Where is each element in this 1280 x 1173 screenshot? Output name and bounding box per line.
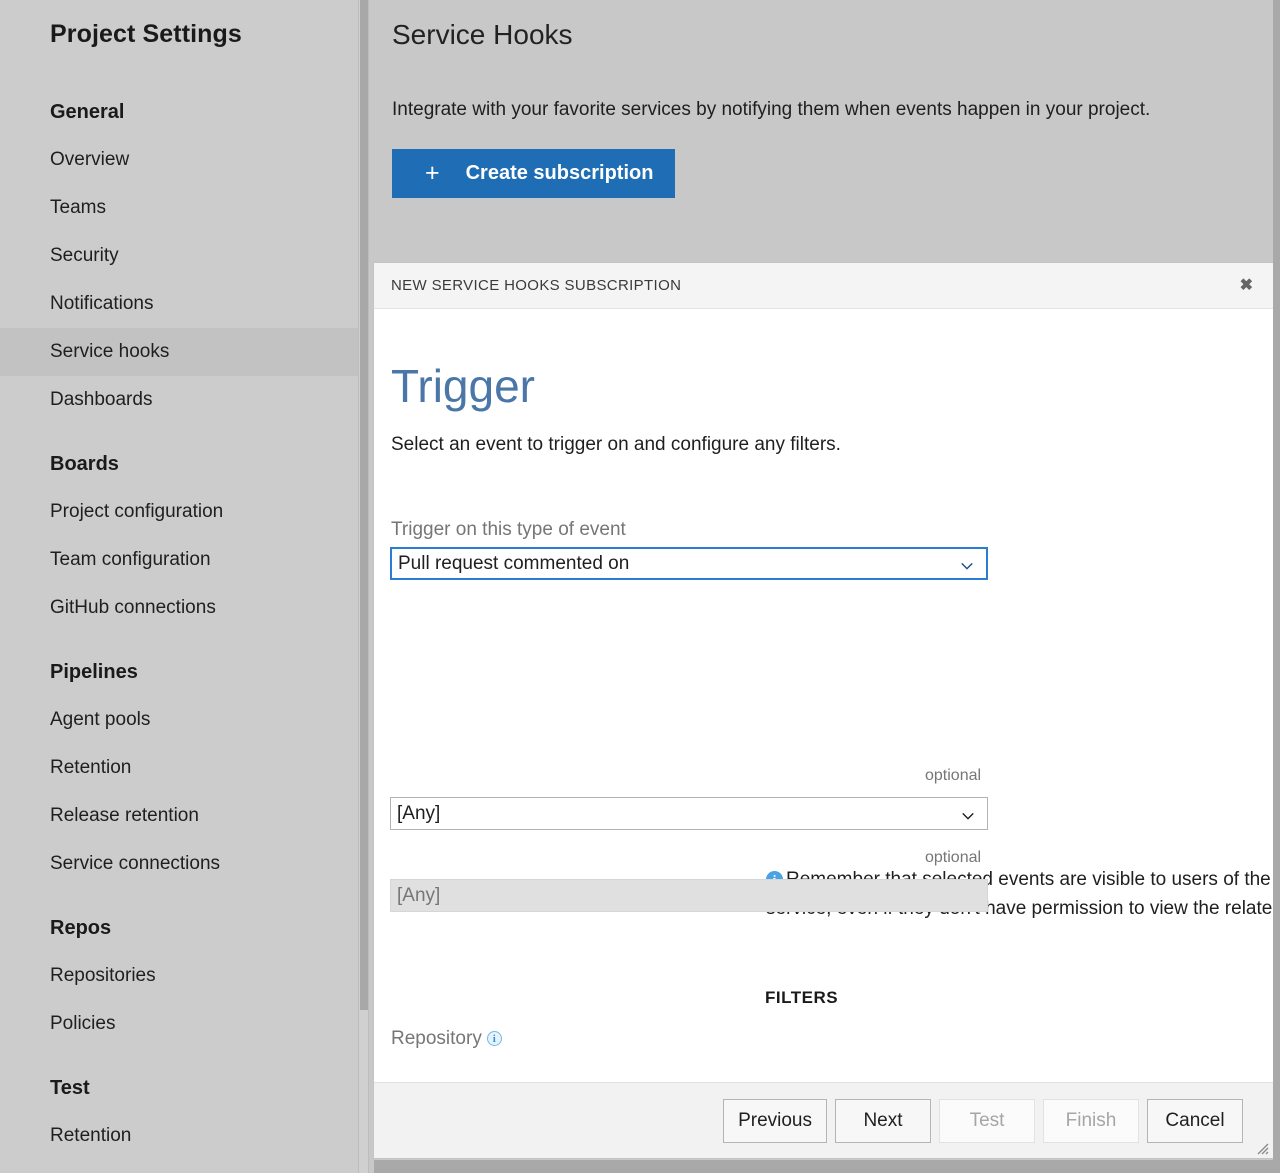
sidebar-group-general: General xyxy=(0,88,358,136)
info-icon[interactable]: i xyxy=(487,1031,502,1046)
sidebar-nav-list: General Overview Teams Security Notifica… xyxy=(0,88,358,1160)
sidebar-group-pipelines: Pipelines xyxy=(0,648,358,696)
sidebar-item-github-connections[interactable]: GitHub connections xyxy=(0,584,358,632)
sidebar-item-service-connections[interactable]: Service connections xyxy=(0,840,358,888)
target-branch-select: [Any] xyxy=(390,879,988,912)
event-type-value: Pull request commented on xyxy=(398,553,629,575)
sidebar-item-policies[interactable]: Policies xyxy=(0,1000,358,1048)
target-branch-optional-tag: optional xyxy=(925,849,981,867)
settings-sidebar: Project Settings General Overview Teams … xyxy=(0,0,358,1173)
sidebar-scrollbar-thumb[interactable] xyxy=(360,0,368,1010)
sidebar-scrollbar[interactable] xyxy=(358,0,369,1173)
repository-select[interactable]: [Any] xyxy=(390,797,988,830)
sidebar-item-team-configuration[interactable]: Team configuration xyxy=(0,536,358,584)
sidebar-item-security[interactable]: Security xyxy=(0,232,358,280)
chevron-down-icon xyxy=(960,557,974,571)
sidebar-item-retention[interactable]: Retention xyxy=(0,744,358,792)
sidebar-item-notifications[interactable]: Notifications xyxy=(0,280,358,328)
repository-value: [Any] xyxy=(397,803,440,825)
sidebar-group-boards: Boards xyxy=(0,440,358,488)
service-hooks-title: Service Hooks xyxy=(392,19,573,51)
test-button: Test xyxy=(939,1099,1035,1143)
dialog-footer: Previous Next Test Finish Cancel xyxy=(374,1082,1273,1158)
resize-grip-icon[interactable] xyxy=(1255,1141,1269,1155)
sidebar-item-agent-pools[interactable]: Agent pools xyxy=(0,696,358,744)
event-type-select[interactable]: Pull request commented on xyxy=(390,547,988,580)
sidebar-item-project-configuration[interactable]: Project configuration xyxy=(0,488,358,536)
dialog-title: NEW SERVICE HOOKS SUBSCRIPTION xyxy=(374,277,681,294)
cancel-button[interactable]: Cancel xyxy=(1147,1099,1243,1143)
previous-button[interactable]: Previous xyxy=(723,1099,827,1143)
sidebar-item-release-retention[interactable]: Release retention xyxy=(0,792,358,840)
sidebar-item-overview[interactable]: Overview xyxy=(0,136,358,184)
sidebar-item-service-hooks[interactable]: Service hooks xyxy=(0,328,358,376)
sidebar-group-test: Test xyxy=(0,1064,358,1112)
filters-heading: FILTERS xyxy=(765,988,838,1008)
page-title: Project Settings xyxy=(50,20,242,49)
create-subscription-label: Create subscription xyxy=(466,162,654,185)
target-branch-value: [Any] xyxy=(397,885,440,907)
sidebar-item-dashboards[interactable]: Dashboards xyxy=(0,376,358,424)
sidebar-item-test-retention[interactable]: Retention xyxy=(0,1112,358,1160)
event-type-label: Trigger on this type of event xyxy=(391,519,626,541)
dialog-titlebar: NEW SERVICE HOOKS SUBSCRIPTION ✖ xyxy=(374,263,1273,309)
repository-label: Repository i xyxy=(391,1028,502,1050)
dialog-body: Trigger Select an event to trigger on an… xyxy=(374,309,1273,1082)
sidebar-item-repositories[interactable]: Repositories xyxy=(0,952,358,1000)
project-settings-page: Project Settings General Overview Teams … xyxy=(0,0,1280,1173)
chevron-down-icon xyxy=(961,807,975,821)
create-subscription-button[interactable]: + Create subscription xyxy=(392,149,675,198)
sidebar-group-repos: Repos xyxy=(0,904,358,952)
service-hooks-description: Integrate with your favorite services by… xyxy=(392,99,1150,121)
plus-icon: + xyxy=(425,161,440,186)
window-edge-right xyxy=(1273,0,1280,1173)
close-icon[interactable]: ✖ xyxy=(1234,274,1259,298)
new-service-hooks-subscription-dialog: NEW SERVICE HOOKS SUBSCRIPTION ✖ Trigger… xyxy=(374,263,1273,1158)
wizard-subheading: Select an event to trigger on and config… xyxy=(391,434,841,456)
finish-button: Finish xyxy=(1043,1099,1139,1143)
window-edge-bottom xyxy=(374,1160,1273,1173)
repository-optional-tag: optional xyxy=(925,767,981,785)
next-button[interactable]: Next xyxy=(835,1099,931,1143)
wizard-heading: Trigger xyxy=(391,363,535,409)
sidebar-item-teams[interactable]: Teams xyxy=(0,184,358,232)
repository-label-text: Repository xyxy=(391,1028,482,1049)
